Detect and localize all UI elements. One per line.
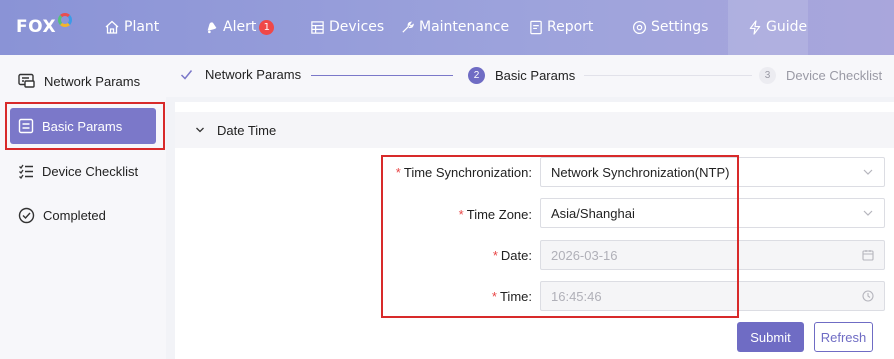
nav-settings-label: Settings xyxy=(651,19,709,35)
report-icon xyxy=(530,20,542,34)
nav-guide[interactable]: Guide xyxy=(748,19,807,35)
sidebar: Network Params Basic Params Device Check… xyxy=(0,55,166,359)
sidebar-item-device-checklist[interactable]: Device Checklist xyxy=(10,153,156,189)
nav-plant-label: Plant xyxy=(124,19,160,35)
sidebar-item-network-params[interactable]: Network Params xyxy=(10,63,156,99)
top-navbar: FOX Plant Alert 1 Devices Maintenance Re… xyxy=(0,0,894,55)
step-connector-pending xyxy=(584,75,752,76)
step-label: Basic Params xyxy=(495,68,576,83)
nav-devices-label: Devices xyxy=(329,19,385,35)
step-network-params[interactable]: Network Params xyxy=(180,67,301,82)
step-connector-done xyxy=(311,75,453,76)
sidebar-item-label: Completed xyxy=(43,207,106,223)
alert-count-badge: 1 xyxy=(259,19,275,35)
nav-maintenance-label: Maintenance xyxy=(419,19,510,35)
nav-alert[interactable]: Alert 1 xyxy=(205,19,275,35)
logo-ring-icon xyxy=(58,13,73,27)
clock-icon xyxy=(862,290,874,302)
wrench-icon xyxy=(402,21,414,33)
devices-icon xyxy=(311,20,324,34)
step-label: Network Params xyxy=(205,67,302,82)
nav-report-label: Report xyxy=(547,19,594,35)
nav-maintenance[interactable]: Maintenance xyxy=(400,19,509,35)
steps-bar: Network Params 2 Basic Params 3 Device C… xyxy=(166,55,894,97)
step-basic-params[interactable]: 2 Basic Params xyxy=(468,67,575,84)
check-icon xyxy=(180,70,193,80)
step-number: 3 xyxy=(759,67,776,84)
nav-report[interactable]: Report xyxy=(529,19,593,35)
guide-icon xyxy=(749,19,761,35)
submit-button[interactable]: Submit xyxy=(737,322,804,352)
logo: FOX xyxy=(16,13,73,37)
nav-plant[interactable]: Plant xyxy=(104,19,159,35)
settings-icon xyxy=(632,20,647,34)
calendar-icon xyxy=(862,250,874,261)
network-icon xyxy=(18,73,35,88)
nav-guide-label: Guide xyxy=(766,19,808,35)
sidebar-item-completed[interactable]: Completed xyxy=(10,197,156,233)
checklist-icon xyxy=(19,164,33,179)
highlight-box-form xyxy=(381,155,739,318)
highlight-box-sidebar xyxy=(5,102,165,150)
step-label: Device Checklist xyxy=(786,68,883,83)
step-device-checklist[interactable]: 3 Device Checklist xyxy=(759,67,882,84)
nav-settings[interactable]: Settings xyxy=(632,19,708,35)
chevron-down-icon xyxy=(863,169,873,175)
sidebar-item-label: Network Params xyxy=(44,73,141,89)
section-title: Date Time xyxy=(217,122,277,138)
home-icon xyxy=(105,20,119,34)
refresh-button[interactable]: Refresh xyxy=(814,322,873,352)
step-number: 2 xyxy=(468,67,485,84)
check-circle-icon xyxy=(18,207,35,223)
bell-icon xyxy=(207,22,217,34)
logo-text: FOX xyxy=(16,17,57,37)
section-date-time-header[interactable]: Date Time xyxy=(175,112,894,148)
sidebar-item-label: Device Checklist xyxy=(42,163,139,179)
chevron-down-icon xyxy=(196,127,204,133)
nav-alert-label: Alert xyxy=(223,19,257,35)
chevron-down-icon xyxy=(863,210,873,216)
nav-devices[interactable]: Devices xyxy=(310,19,384,35)
